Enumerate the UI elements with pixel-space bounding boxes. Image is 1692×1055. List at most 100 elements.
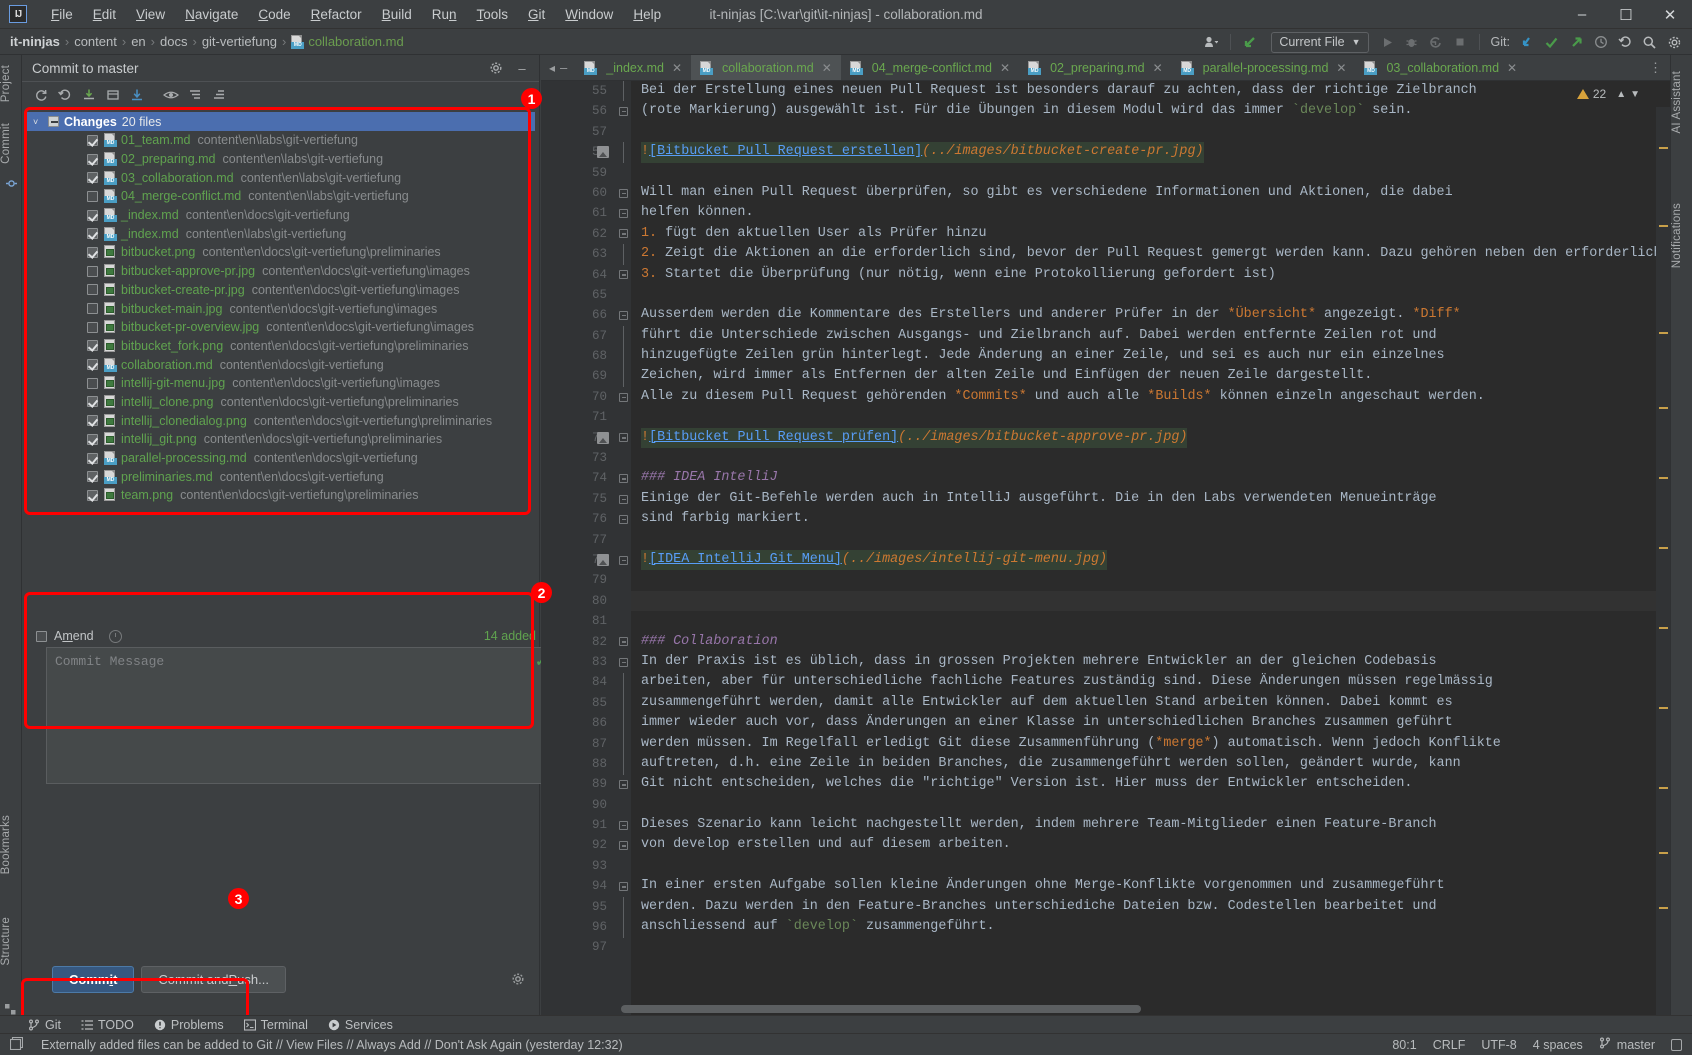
code-line[interactable] — [631, 611, 1670, 631]
code-line[interactable]: Einige der Git-Befehle werden auch in In… — [631, 489, 1670, 509]
file-row[interactable]: bitbucket-approve-pr.jpg content\en\docs\… — [25, 262, 535, 281]
bottom-item-services[interactable]: Services — [328, 1018, 393, 1032]
file-checkbox[interactable] — [87, 340, 98, 352]
code-line[interactable]: werden. Dazu werden in den Feature-Branc… — [631, 897, 1670, 917]
file-checkbox[interactable] — [87, 284, 98, 296]
debug-button[interactable] — [1401, 31, 1423, 53]
code-line[interactable]: führt die Unterschiede zwischen Ausgangs… — [631, 326, 1670, 346]
search-icon[interactable] — [1638, 31, 1661, 53]
close-icon[interactable]: ✕ — [822, 61, 832, 75]
fold-marker[interactable] — [619, 392, 628, 402]
git-branch-widget[interactable]: master — [1599, 1037, 1655, 1052]
commit-settings-gear-icon[interactable] — [485, 57, 507, 79]
markup-warning-stripe[interactable] — [1659, 852, 1668, 854]
editor-tab-_index-md[interactable]: MD _index.md ✕ — [575, 55, 691, 80]
file-row[interactable]: team.png content\en\docs\git-vertiefung\p… — [25, 486, 535, 505]
next-problem-icon[interactable]: ▼ — [1630, 89, 1640, 100]
file-row[interactable]: intellij_clone.png content\en\docs\git-ve… — [25, 393, 535, 412]
breadcrumb-item-content[interactable]: content — [74, 34, 117, 49]
editor-tab-parallel-processing-md[interactable]: MD parallel-processing.md ✕ — [1172, 55, 1356, 80]
close-icon[interactable]: ✕ — [1507, 61, 1517, 75]
bottom-item-terminal[interactable]: Terminal — [243, 1018, 308, 1032]
breadcrumb-item-file[interactable]: MD collaboration.md — [291, 34, 404, 49]
fold-marker[interactable] — [619, 657, 628, 667]
git-history-icon[interactable] — [1590, 31, 1612, 53]
updates-icon[interactable] — [1239, 31, 1263, 53]
commit-and-push-button[interactable]: Commit and Push... — [141, 966, 286, 993]
indent-setting[interactable]: 4 spaces — [1533, 1038, 1583, 1052]
image-preview-gutter-icon[interactable] — [597, 146, 609, 159]
code-line[interactable]: hinzugefügte Zeilen grün hinterlegt. Jed… — [631, 346, 1670, 366]
breadcrumb-item-git-vertiefung[interactable]: git-vertiefung — [202, 34, 277, 49]
file-checkbox[interactable] — [87, 433, 98, 445]
code-line[interactable]: (rote Markierung) ausgewählt ist. Für di… — [631, 101, 1670, 121]
fold-marker[interactable] — [619, 514, 628, 524]
menu-item-edit[interactable]: Edit — [83, 3, 126, 26]
code-line[interactable]: Zeichen, wird immer als Entfernen der al… — [631, 366, 1670, 386]
file-row[interactable]: MD _index.md content\en\docs\git-vertiefun… — [25, 206, 535, 225]
inspection-warnings-widget[interactable]: 22 ▲ ▼ — [1576, 87, 1640, 101]
code-line[interactable]: von develop erstellen und auf diesem arb… — [631, 835, 1670, 855]
code-line[interactable]: zusammengeführt werden, damit alle Entwi… — [631, 693, 1670, 713]
file-row[interactable]: MD collaboration.md content\en\docs\git-ve… — [25, 355, 535, 374]
hide-panel-button[interactable]: – — [511, 57, 533, 79]
file-row[interactable]: MD preliminaries.md content\en\docs\git-ve… — [25, 467, 535, 486]
code-line[interactable] — [631, 285, 1670, 305]
chevron-down-icon[interactable]: ˅ — [33, 117, 43, 127]
code-line[interactable]: arbeiten, aber für unterschiedliche fach… — [631, 672, 1670, 692]
code-line[interactable]: ### Collaboration — [631, 632, 1670, 652]
file-row[interactable]: intellij_clonedialog.png content\en\docs\… — [25, 411, 535, 430]
run-configuration-selector[interactable]: Current File ▼ — [1271, 31, 1369, 53]
code-line[interactable]: Bei der Erstellung eines neuen Pull Requ… — [631, 81, 1670, 101]
fold-marker[interactable] — [619, 555, 628, 565]
prev-problem-icon[interactable]: ▲ — [1616, 89, 1626, 100]
file-checkbox[interactable] — [87, 377, 98, 389]
file-row[interactable]: bitbucket.png content\en\docs\git-vertief… — [25, 243, 535, 262]
rollback-icon[interactable] — [54, 84, 76, 106]
code-line[interactable] — [631, 122, 1670, 142]
code-line[interactable] — [631, 590, 1670, 612]
file-checkbox[interactable] — [87, 153, 98, 165]
fold-marker[interactable] — [619, 841, 628, 851]
file-row[interactable]: intellij_git.png content\en\docs\git-vert… — [25, 430, 535, 449]
scrollbar-thumb[interactable] — [621, 1005, 1141, 1013]
code-line[interactable]: immer wieder auch vor, dass Änderungen a… — [631, 713, 1670, 733]
back-icon[interactable]: ◂ — [549, 61, 555, 75]
git-push-icon[interactable] — [1565, 31, 1588, 53]
code-line[interactable]: 2. Zeigt die Aktionen an die erforderlic… — [631, 244, 1670, 264]
fold-marker[interactable] — [619, 106, 628, 116]
readonly-lock-icon[interactable] — [1671, 1038, 1682, 1051]
file-row[interactable]: MD 02_preparing.md content\en\labs\git-ver… — [25, 150, 535, 169]
gear-icon[interactable] — [1663, 31, 1686, 53]
fold-marker[interactable] — [619, 474, 628, 484]
file-row[interactable]: intellij-git-menu.jpg content\en\docs\git… — [25, 374, 535, 393]
file-checkbox[interactable] — [87, 209, 98, 221]
editor-tab-02_preparing-md[interactable]: MD 02_preparing.md ✕ — [1019, 55, 1172, 80]
markup-warning-stripe[interactable] — [1659, 477, 1668, 479]
code-line[interactable]: In der Praxis ist es üblich, dass in gro… — [631, 652, 1670, 672]
file-row[interactable]: MD 01_team.md content\en\labs\git-vertiefu… — [25, 131, 535, 150]
file-checkbox[interactable] — [87, 246, 98, 258]
bottom-item-git[interactable]: Git — [28, 1018, 61, 1032]
commit-options-gear-icon[interactable] — [511, 972, 525, 989]
code-line[interactable]: Dieses Szenario kann leicht nachgestellt… — [631, 815, 1670, 835]
breadcrumb-item-it-ninjas[interactable]: it-ninjas — [10, 34, 60, 49]
markup-warning-stripe[interactable] — [1659, 225, 1668, 227]
code-line[interactable]: 1. fügt den aktuellen User als Prüfer hi… — [631, 224, 1670, 244]
close-icon[interactable]: ✕ — [1153, 61, 1163, 75]
menu-item-code[interactable]: Code — [248, 3, 300, 26]
menu-item-refactor[interactable]: Refactor — [301, 3, 372, 26]
markup-warning-stripe[interactable] — [1659, 407, 1668, 409]
code-line[interactable]: Git nicht entscheiden, welches die "rich… — [631, 774, 1670, 794]
fold-marker[interactable] — [619, 780, 628, 790]
coverage-button[interactable] — [1425, 31, 1447, 53]
code-line[interactable]: ### IDEA IntelliJ — [631, 468, 1670, 488]
file-row[interactable]: bitbucket-create-pr.jpg content\en\docs\g… — [25, 281, 535, 300]
file-checkbox[interactable] — [87, 265, 98, 277]
code-line[interactable]: 3. Startet die Überprüfung (nur nötig, w… — [631, 265, 1670, 285]
bottom-item-problems[interactable]: Problems — [154, 1018, 224, 1032]
minimize-button[interactable]: – — [1560, 0, 1604, 29]
editor-tab-04_merge-conflict-md[interactable]: MD 04_merge-conflict.md ✕ — [841, 55, 1019, 80]
markup-warning-stripe[interactable] — [1659, 147, 1668, 149]
amend-checkbox[interactable] — [36, 630, 47, 642]
